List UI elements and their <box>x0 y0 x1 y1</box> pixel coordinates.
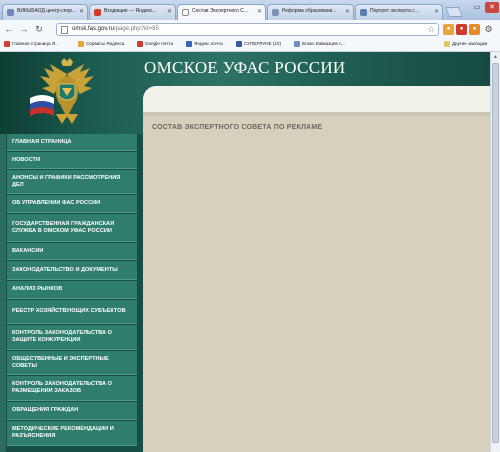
back-icon[interactable]: ← <box>3 23 15 35</box>
tab-3-active[interactable]: Состав Экспертного С... ✕ <box>177 4 266 21</box>
minimize-icon[interactable] <box>445 1 457 12</box>
gmail-icon <box>137 41 143 47</box>
sidebar-item-legislation[interactable]: ЗАКОНОДАТЕЛЬСТВО И ДОКУМЕНТЫ <box>7 261 137 280</box>
page-icon <box>272 9 279 16</box>
bookmark-item[interactable]: Блокс Кавказцев с... <box>294 41 346 47</box>
bookmark-label: Яндекс.почта <box>194 41 223 46</box>
address-bar[interactable]: omsk.fas.gov.ru/page.php?id=85 ☆ <box>56 23 439 36</box>
tab-title: Состав Экспертного С... <box>192 8 248 14</box>
tab-1[interactable]: ВИКЫБАОД центр-спор... ✕ <box>2 4 88 20</box>
bookmark-label: Сервисы Яндекса <box>86 41 125 46</box>
sidebar-item-label: КОНТРОЛЬ ЗАКОНОДАТЕЛЬСТВА О ЗАЩИТЕ КОНКУ… <box>12 330 112 343</box>
browser-toolbar: ← → ↻ omsk.fas.gov.ru/page.php?id=85 ☆ ●… <box>0 20 500 40</box>
bookmarks-bar: Главная страница Я... Сервисы Яндекса Go… <box>0 39 500 52</box>
window-close-icon[interactable]: ✕ <box>485 2 499 13</box>
sidebar-item-label: ВАКАНСИИ <box>12 247 44 254</box>
bookmark-label: Блокс Кавказцев с... <box>302 41 346 46</box>
scroll-up-icon[interactable]: ▲ <box>492 53 499 61</box>
sidebar-item-registry[interactable]: РЕЕСТР ХОЗЯЙСТВУЮЩИХ СУБЪЕКТОВ <box>7 300 137 324</box>
page-icon <box>182 9 189 16</box>
main-content: СОСТАВ ЭКСПЕРТНОГО СОВЕТА ПО РЕКЛАМЕ <box>143 116 490 452</box>
sidebar-item-label: АНАЛИЗ РЫНКОВ <box>12 286 63 292</box>
bookmark-label: СУПЕРЛУНЕ (10) <box>244 41 282 46</box>
sidebar-item-label: ГЛАВНАЯ СТРАНИЦА <box>12 138 72 145</box>
page-icon <box>61 26 68 34</box>
sidebar-item-label: ЗАКОНОДАТЕЛЬСТВО И ДОКУМЕНТЫ <box>12 266 118 273</box>
sidebar-item-citizen-appeals[interactable]: ОБРАЩЕНИЯ ГРАЖДАН <box>7 402 137 420</box>
facebook-icon <box>236 41 242 47</box>
bookmark-item[interactable]: Сервисы Яндекса <box>78 41 125 47</box>
sidebar-item-label: ОБРАЩЕНИЯ ГРАЖДАН <box>12 407 79 413</box>
vertical-scrollbar[interactable]: ▲ <box>490 52 500 452</box>
sidebar-item-label: НОВОСТИ <box>12 156 40 163</box>
sidebar-item-announcements[interactable]: АНОНСЫ И ГРАФИКИ РАССМОТРЕНИЯ ДЕЛ <box>7 170 137 194</box>
page-icon <box>7 9 14 16</box>
reload-icon[interactable]: ↻ <box>33 23 45 35</box>
sidebar-item-label: ОБ УПРАВЛЕНИИ ФАС РОССИИ <box>12 200 101 206</box>
wrench-icon[interactable]: ⚙ <box>483 24 494 35</box>
sidebar-item-competition-control[interactable]: КОНТРОЛЬ ЗАКОНОДАТЕЛЬСТВА О ЗАЩИТЕ КОНКУ… <box>7 325 137 350</box>
sidebar-item-label: ГОСУДАРСТВЕННАЯ ГРАЖДАНСКАЯ СЛУЖБА В ОМС… <box>12 220 115 234</box>
url-path: /page.php?id=85 <box>113 26 159 32</box>
sidebar-item-procurement-control[interactable]: КОНТРОЛЬ ЗАКОНОДАТЕЛЬСТВА О РАЗМЕЩЕНИИ З… <box>7 376 137 401</box>
tab-title: ВИКЫБАОД центр-спор... <box>17 8 77 14</box>
url-text[interactable]: omsk.fas.gov.ru/page.php?id=85 <box>72 26 159 32</box>
forward-icon[interactable]: → <box>18 23 30 35</box>
bookmark-label: Главная страница Я... <box>12 41 59 46</box>
tab-bar: ВИКЫБАОД центр-спор... ✕ Входящие — Янде… <box>0 0 500 21</box>
tab-title: Входящие — Яндекс... <box>104 8 157 14</box>
scrollbar-thumb[interactable] <box>492 63 499 443</box>
bookmark-item[interactable]: Google почта <box>137 41 174 47</box>
page-viewport: ОМСКОЕ УФАС РОССИИ ГЛАВНАЯ СТРАНИЦА НОВО… <box>0 52 490 452</box>
sidebar-menu: ГЛАВНАЯ СТРАНИЦА НОВОСТИ АНОНСЫ И ГРАФИК… <box>0 134 143 452</box>
sidebar-item-civil-service[interactable]: ГОСУДАРСТВЕННАЯ ГРАЖДАНСКАЯ СЛУЖБА В ОМС… <box>7 214 137 242</box>
page-title: СОСТАВ ЭКСПЕРТНОГО СОВЕТА ПО РЕКЛАМЕ <box>152 124 323 131</box>
sidebar-item-news[interactable]: НОВОСТИ <box>7 152 137 169</box>
maximize-icon[interactable]: ▭ <box>470 2 484 13</box>
other-bookmarks-label: Другие закладки <box>452 41 488 46</box>
close-icon[interactable]: ✕ <box>345 8 350 15</box>
bookmark-icon <box>294 41 300 47</box>
sidebar-item-label: АНОНСЫ И ГРАФИКИ РАССМОТРЕНИЯ ДЕЛ <box>12 174 121 188</box>
sidebar-item-guidelines[interactable]: МЕТОДИЧЕСКИЕ РЕКОМЕНДАЦИИ И РАЗЪЯСНЕНИЯ <box>7 421 137 446</box>
sidebar-item-home[interactable]: ГЛАВНАЯ СТРАНИЦА <box>7 134 137 151</box>
tab-title: Реформа образовани... <box>282 8 337 14</box>
bookmark-icon <box>78 41 84 47</box>
sidebar-item-market-analysis[interactable]: АНАЛИЗ РЫНКОВ <box>7 281 137 299</box>
url-domain: omsk.fas.gov.ru <box>72 26 114 32</box>
sidebar-item-about[interactable]: ОБ УПРАВЛЕНИИ ФАС РОССИИ <box>7 195 137 213</box>
close-icon[interactable]: ✕ <box>79 8 84 15</box>
sidebar-item-label: РЕЕСТР ХОЗЯЙСТВУЮЩИХ СУБЪЕКТОВ <box>12 308 126 314</box>
coat-of-arms-logo <box>30 58 94 124</box>
extension-icon[interactable]: ● <box>469 24 480 35</box>
bookmark-label: Google почта <box>145 41 174 46</box>
bookmark-icon <box>4 41 10 47</box>
tab-2[interactable]: Входящие — Яндекс... ✕ <box>89 4 176 20</box>
bookmark-item[interactable]: Главная страница Я... <box>4 41 59 47</box>
sidebar-item-label: КОНТРОЛЬ ЗАКОНОДАТЕЛЬСТВА О РАЗМЕЩЕНИИ З… <box>12 381 112 394</box>
close-icon[interactable]: ✕ <box>257 8 262 15</box>
bookmark-icon <box>186 41 192 47</box>
tab-title: Портрет эксперта с... <box>370 8 419 14</box>
sidebar-item-vacancies[interactable]: ВАКАНСИИ <box>7 243 137 260</box>
tab-4[interactable]: Реформа образовани... ✕ <box>267 4 354 20</box>
close-icon[interactable]: ✕ <box>167 8 172 15</box>
page-icon <box>360 9 367 16</box>
sidebar-rail <box>0 134 6 452</box>
sidebar-item-label: ОБЩЕСТВЕННЫЕ И ЭКСПЕРТНЫЕ СОВЕТЫ <box>12 355 109 369</box>
other-bookmarks[interactable]: Другие закладки <box>444 41 488 47</box>
site-title: ОМСКОЕ УФАС РОССИИ <box>144 58 346 77</box>
sidebar-item-councils[interactable]: ОБЩЕСТВЕННЫЕ И ЭКСПЕРТНЫЕ СОВЕТЫ <box>7 351 137 375</box>
star-icon[interactable]: ☆ <box>427 24 435 35</box>
bookmark-item[interactable]: Яндекс.почта <box>186 41 223 47</box>
mail-icon <box>94 9 101 16</box>
close-icon[interactable]: ✕ <box>434 8 439 15</box>
bookmark-item[interactable]: СУПЕРЛУНЕ (10) <box>236 41 282 47</box>
folder-icon <box>444 41 450 47</box>
extension-icon[interactable]: ● <box>443 24 454 35</box>
extension-icon[interactable]: ● <box>456 24 467 35</box>
sidebar-item-label: МЕТОДИЧЕСКИЕ РЕКОМЕНДАЦИИ И РАЗЪЯСНЕНИЯ <box>12 426 114 439</box>
tab-5[interactable]: Портрет эксперта с... ✕ <box>355 4 443 20</box>
